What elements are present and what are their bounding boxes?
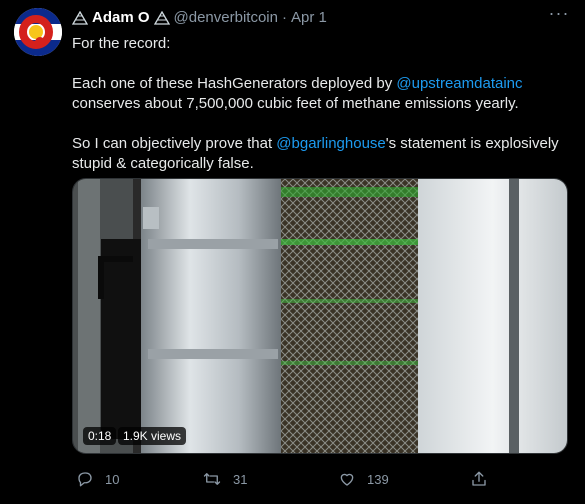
video-player[interactable] <box>72 178 568 454</box>
like-button[interactable]: 139 <box>338 470 389 488</box>
tweet-paragraph-3: So I can objectively prove that @bgarlin… <box>72 134 572 174</box>
tweet-actions: 10 31 139 <box>72 470 502 490</box>
reply-icon <box>78 472 92 487</box>
avatar[interactable] <box>14 8 62 56</box>
video-duration-badge: 0:18 <box>83 427 117 445</box>
mining-badge-icon <box>153 10 170 25</box>
user-handle[interactable]: @denverbitcoin <box>174 9 278 26</box>
reply-button[interactable]: 10 <box>76 470 119 488</box>
separator-dot: · <box>281 9 287 26</box>
text-span: Each one of these HashGenerators deploye… <box>72 75 397 92</box>
heart-icon <box>340 473 354 486</box>
tweet-paragraph-2: Each one of these HashGenerators deploye… <box>72 74 572 114</box>
tweet-line-1: For the record: <box>72 35 171 52</box>
video-views-badge: 1.9K views <box>118 427 187 445</box>
mention-link-upstreamdatainc[interactable]: @upstreamdatainc <box>396 75 522 92</box>
share-button[interactable] <box>470 470 488 488</box>
retweet-count: 31 <box>233 471 248 487</box>
tweet-date[interactable]: Apr 1 <box>291 9 327 26</box>
mining-badge-icon <box>71 10 89 25</box>
display-name[interactable]: Adam O <box>92 9 150 26</box>
text-span: So I can objectively prove that <box>72 135 277 152</box>
more-options-icon[interactable]: ··· <box>548 4 570 24</box>
tweet-header: Adam O @denverbitcoin · Apr 1 <box>71 9 327 26</box>
reply-count: 10 <box>105 471 120 487</box>
mention-link-bgarlinghouse[interactable]: @bgarlinghouse <box>276 135 385 152</box>
text-span: conserves about 7,500,000 cubic feet of … <box>72 95 519 112</box>
retweet-icon <box>203 473 221 485</box>
share-icon <box>472 471 486 486</box>
like-count: 139 <box>367 471 389 487</box>
tweet[interactable]: Adam O @denverbitcoin · Apr 1 ··· For th… <box>0 0 585 504</box>
video-thumbnail <box>73 179 567 453</box>
colorado-flag-avatar <box>14 8 62 56</box>
tweet-text: For the record: Each one of these HashGe… <box>72 34 572 174</box>
retweet-button[interactable]: 31 <box>202 470 247 488</box>
